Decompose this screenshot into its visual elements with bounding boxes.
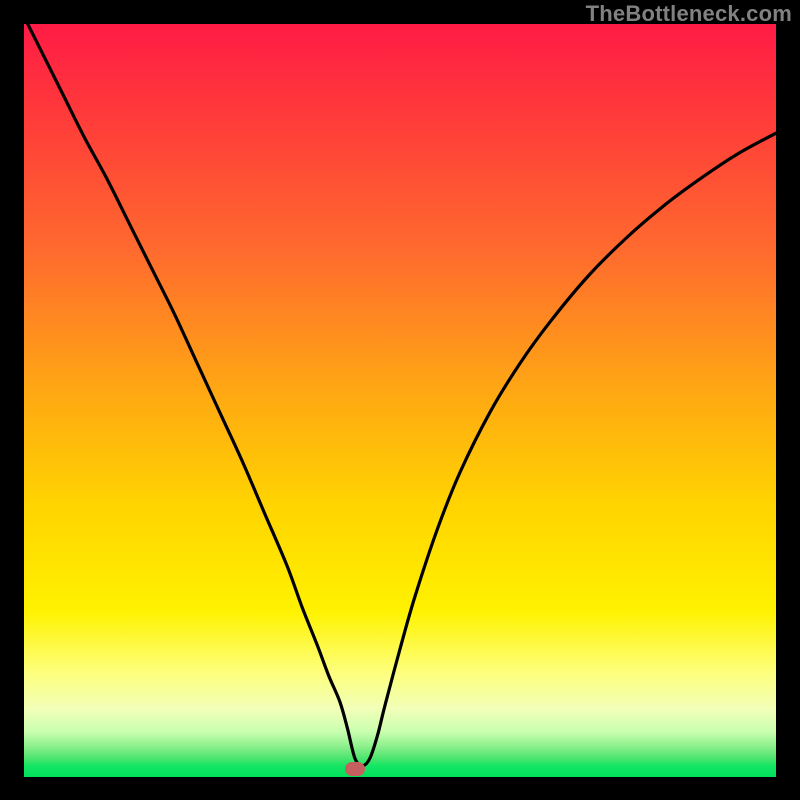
gradient-background bbox=[24, 24, 776, 777]
plot-area bbox=[24, 24, 776, 777]
chart-frame: TheBottleneck.com bbox=[0, 0, 800, 800]
optimal-point-marker bbox=[345, 762, 365, 776]
